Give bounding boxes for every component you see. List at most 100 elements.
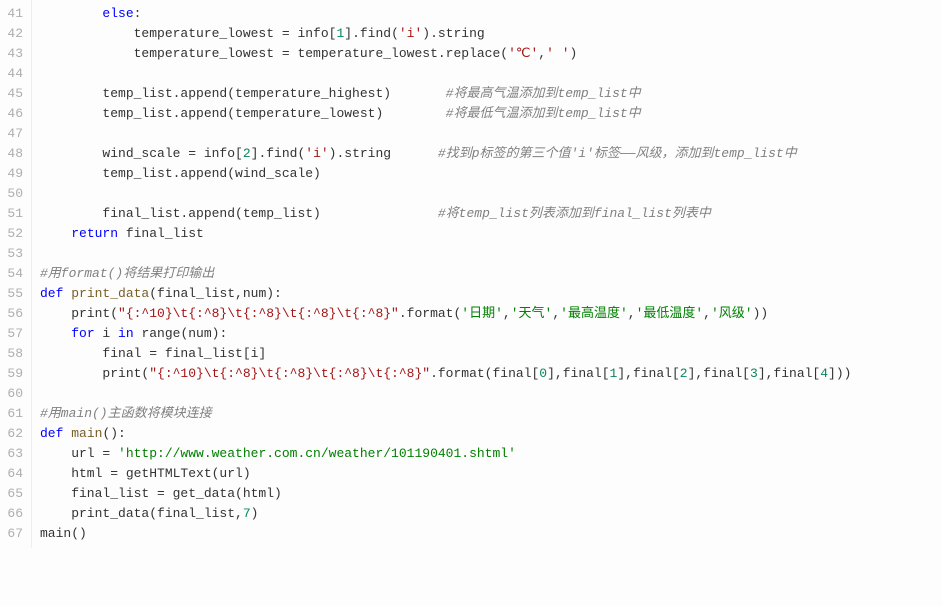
code-token: final = final_list[i] (40, 346, 266, 361)
code-token: print( (40, 366, 149, 381)
code-token: 2 (680, 366, 688, 381)
code-token: temp_list.append(wind_scale) (40, 166, 321, 181)
line-number: 56 (0, 304, 23, 324)
code-token: final_list = get_data(html) (40, 486, 282, 501)
line-number: 67 (0, 524, 23, 544)
code-token: '天气' (511, 306, 553, 321)
code-token: , (503, 306, 511, 321)
code-token: url = (40, 446, 118, 461)
line-number: 48 (0, 144, 23, 164)
code-token: '℃' (508, 46, 538, 61)
line-number: 41 (0, 4, 23, 24)
code-token: 3 (750, 366, 758, 381)
line-number: 63 (0, 444, 23, 464)
code-token: #用main()主函数将模块连接 (40, 406, 212, 421)
code-token: 2 (243, 146, 251, 161)
code-token: '最低温度' (636, 306, 704, 321)
code-token: in (118, 326, 134, 341)
code-token: 0 (539, 366, 547, 381)
code-token: ])) (828, 366, 851, 381)
line-number: 50 (0, 184, 23, 204)
code-line: final_list.append(temp_list) #将temp_list… (40, 204, 851, 224)
code-token: def (40, 426, 63, 441)
line-number: 61 (0, 404, 23, 424)
code-token: ).string (422, 26, 484, 41)
code-token: print( (40, 306, 118, 321)
code-token: temperature_lowest = info[ (40, 26, 336, 41)
code-token: print_data(final_list, (40, 506, 243, 521)
code-token: 7 (243, 506, 251, 521)
code-token: ],final[ (688, 366, 750, 381)
code-line (40, 184, 851, 204)
line-number: 66 (0, 504, 23, 524)
code-token: #将最低气温添加到temp_list中 (446, 106, 641, 121)
code-token: #将最高气温添加到temp_list中 (446, 86, 641, 101)
code-content: else: temperature_lowest = info[1].find(… (32, 0, 851, 548)
code-line: return final_list (40, 224, 851, 244)
code-line: def print_data(final_list,num): (40, 284, 851, 304)
line-number: 64 (0, 464, 23, 484)
line-number: 65 (0, 484, 23, 504)
code-token: #将temp_list列表添加到final_list列表中 (438, 206, 711, 221)
code-line (40, 64, 851, 84)
code-line: def main(): (40, 424, 851, 444)
code-token: ],final[ (617, 366, 679, 381)
code-line: wind_scale = info[2].find('i').string #找… (40, 144, 851, 164)
code-token: .format( (399, 306, 461, 321)
code-token: ].find( (251, 146, 306, 161)
code-token: main() (40, 526, 87, 541)
code-line: main() (40, 524, 851, 544)
code-token: , (552, 306, 560, 321)
code-line: print("{:^10}\t{:^8}\t{:^8}\t{:^8}\t{:^8… (40, 364, 851, 384)
code-token: main (71, 426, 102, 441)
line-number: 54 (0, 264, 23, 284)
code-token: #用format()将结果打印输出 (40, 266, 214, 281)
line-number: 47 (0, 124, 23, 144)
code-token: , (538, 46, 546, 61)
line-number: 53 (0, 244, 23, 264)
code-token: final_list (118, 226, 204, 241)
code-line: for i in range(num): (40, 324, 851, 344)
code-token: html = getHTMLText(url) (40, 466, 251, 481)
code-line: temp_list.append(temperature_lowest) #将最… (40, 104, 851, 124)
code-token: 4 (820, 366, 828, 381)
code-line: print("{:^10}\t{:^8}\t{:^8}\t{:^8}\t{:^8… (40, 304, 851, 324)
code-token: def (40, 286, 63, 301)
code-token (40, 326, 71, 341)
code-line: else: (40, 4, 851, 24)
code-token: return (71, 226, 118, 241)
code-line: temp_list.append(wind_scale) (40, 164, 851, 184)
code-line: temp_list.append(temperature_highest) #将… (40, 84, 851, 104)
code-line: print_data(final_list,7) (40, 504, 851, 524)
code-line: url = 'http://www.weather.com.cn/weather… (40, 444, 851, 464)
line-number: 60 (0, 384, 23, 404)
code-token: '日期' (461, 306, 503, 321)
code-token: ].find( (344, 26, 399, 41)
code-line (40, 384, 851, 404)
code-token: '最高温度' (560, 306, 628, 321)
line-number: 51 (0, 204, 23, 224)
line-number: 43 (0, 44, 23, 64)
code-token: 'i' (399, 26, 422, 41)
code-line (40, 124, 851, 144)
code-line: #用format()将结果打印输出 (40, 264, 851, 284)
line-number: 46 (0, 104, 23, 124)
code-token: ) (570, 46, 578, 61)
code-token: "{:^10}\t{:^8}\t{:^8}\t{:^8}\t{:^8}" (149, 366, 430, 381)
line-number: 44 (0, 64, 23, 84)
code-token: 'i' (305, 146, 328, 161)
code-token: .format(final[ (430, 366, 539, 381)
code-token: '风级' (711, 306, 753, 321)
line-number: 59 (0, 364, 23, 384)
code-token: wind_scale = info[ (40, 146, 243, 161)
code-token: #找到p标签的第三个值'i'标签——风级，添加到temp_list中 (438, 146, 797, 161)
code-line: #用main()主函数将模块连接 (40, 404, 851, 424)
code-token: temperature_lowest = temperature_lowest.… (40, 46, 508, 61)
code-token: print_data (71, 286, 149, 301)
code-token: (): (102, 426, 125, 441)
code-token: ' ' (546, 46, 569, 61)
code-token: i (95, 326, 118, 341)
line-number: 42 (0, 24, 23, 44)
code-token: for (71, 326, 94, 341)
code-token: range(num): (134, 326, 228, 341)
